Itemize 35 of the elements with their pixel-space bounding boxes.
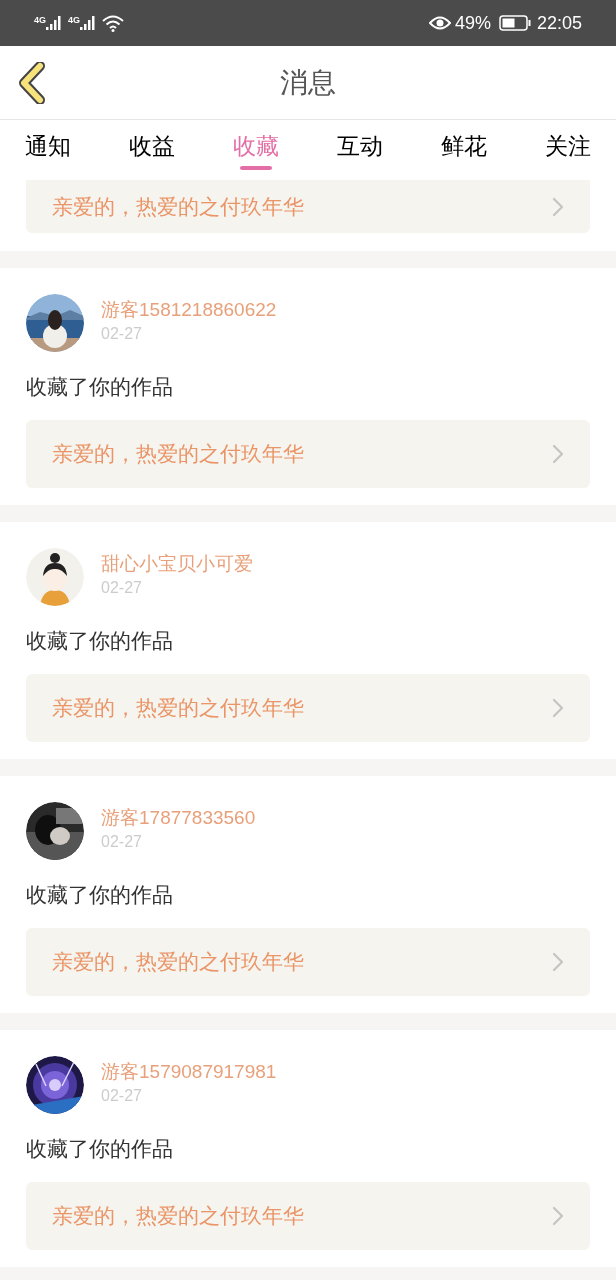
work-link[interactable]: 亲爱的，热爱的之付玖年华: [26, 180, 590, 233]
action-text: 收藏了你的作品: [25, 374, 174, 400]
user-name[interactable]: 游客1579087917981: [101, 1059, 277, 1085]
chevron-right-icon: [552, 444, 564, 464]
tab[interactable]: 收藏: [233, 130, 279, 170]
user-name[interactable]: 游客17877833560: [101, 805, 256, 831]
user-name[interactable]: 游客1581218860622: [101, 297, 277, 323]
page-title: 消息: [280, 65, 336, 100]
tab[interactable]: 鲜花: [441, 130, 487, 170]
back-icon[interactable]: [18, 62, 46, 104]
network-type: 4G: [68, 16, 81, 25]
tab[interactable]: 收益: [129, 130, 175, 170]
tab[interactable]: 互动: [337, 130, 383, 170]
battery-percent: 49%: [454, 11, 491, 35]
work-link[interactable]: 亲爱的，热爱的之付玖年华: [26, 674, 590, 742]
battery-icon: [498, 15, 531, 31]
chevron-right-icon: [552, 196, 564, 217]
work-link[interactable]: 亲爱的，热爱的之付玖年华: [26, 420, 590, 488]
tab[interactable]: 通知: [25, 130, 71, 170]
work-link[interactable]: 亲爱的，热爱的之付玖年华: [26, 928, 590, 996]
tab[interactable]: 关注: [545, 130, 591, 170]
wifi-icon: [102, 14, 125, 32]
work-link[interactable]: 亲爱的，热爱的之付玖年华: [26, 1182, 590, 1250]
action-text: 收藏了你的作品: [25, 628, 174, 654]
signal-icon: [80, 16, 97, 30]
signal-icon: [46, 16, 62, 30]
action-text: 收藏了你的作品: [25, 1136, 174, 1162]
eye-icon: [428, 15, 451, 31]
clock: 22:05: [536, 11, 582, 35]
action-text: 收藏了你的作品: [25, 882, 174, 908]
chevron-right-icon: [552, 952, 564, 972]
chevron-right-icon: [552, 698, 564, 718]
user-name[interactable]: 甜心小宝贝小可爱: [101, 551, 253, 577]
chevron-right-icon: [552, 1206, 564, 1226]
network-type: 4G: [34, 16, 46, 25]
